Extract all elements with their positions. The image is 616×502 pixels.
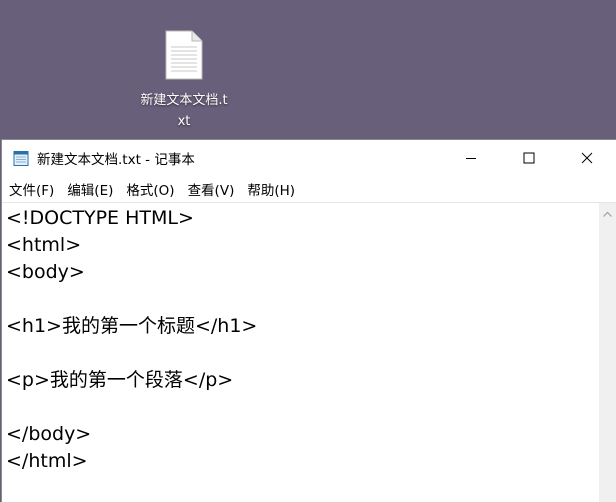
menu-view[interactable]: 查看(V) [182, 179, 241, 199]
menu-bar: 文件(F) 编辑(E) 格式(O) 查看(V) 帮助(H) [2, 176, 616, 202]
window-controls [442, 140, 616, 176]
minimize-icon [465, 149, 477, 168]
minimize-button[interactable] [442, 140, 500, 176]
maximize-button[interactable] [500, 140, 558, 176]
menu-file[interactable]: 文件(F) [3, 179, 60, 199]
menu-help[interactable]: 帮助(H) [241, 179, 301, 199]
desktop-file-icon[interactable]: 新建文本文档.txt [136, 30, 232, 132]
editor-content[interactable]: <!DOCTYPE HTML> <html> <body> <h1>我的第一个标… [2, 203, 599, 477]
notepad-icon [12, 149, 30, 167]
maximize-icon [523, 149, 535, 168]
close-icon [581, 149, 593, 168]
menu-edit[interactable]: 编辑(E) [61, 179, 119, 199]
window-title: 新建文本文档.txt - 记事本 [37, 152, 195, 168]
scroll-up-arrow-icon [603, 202, 612, 221]
notepad-window: 新建文本文档.txt - 记事本 文件(F) 编辑(E) 格式(O) 查看(V)… [1, 139, 616, 502]
text-editor-area[interactable]: <!DOCTYPE HTML> <html> <body> <h1>我的第一个标… [2, 202, 599, 502]
text-document-icon [165, 30, 203, 80]
close-button[interactable] [558, 140, 616, 176]
menu-format[interactable]: 格式(O) [120, 179, 180, 199]
title-bar[interactable]: 新建文本文档.txt - 记事本 [2, 140, 616, 176]
vertical-scrollbar[interactable] [599, 202, 616, 502]
scroll-up-button[interactable] [599, 203, 616, 220]
desktop-file-label: 新建文本文档.txt [140, 93, 228, 129]
